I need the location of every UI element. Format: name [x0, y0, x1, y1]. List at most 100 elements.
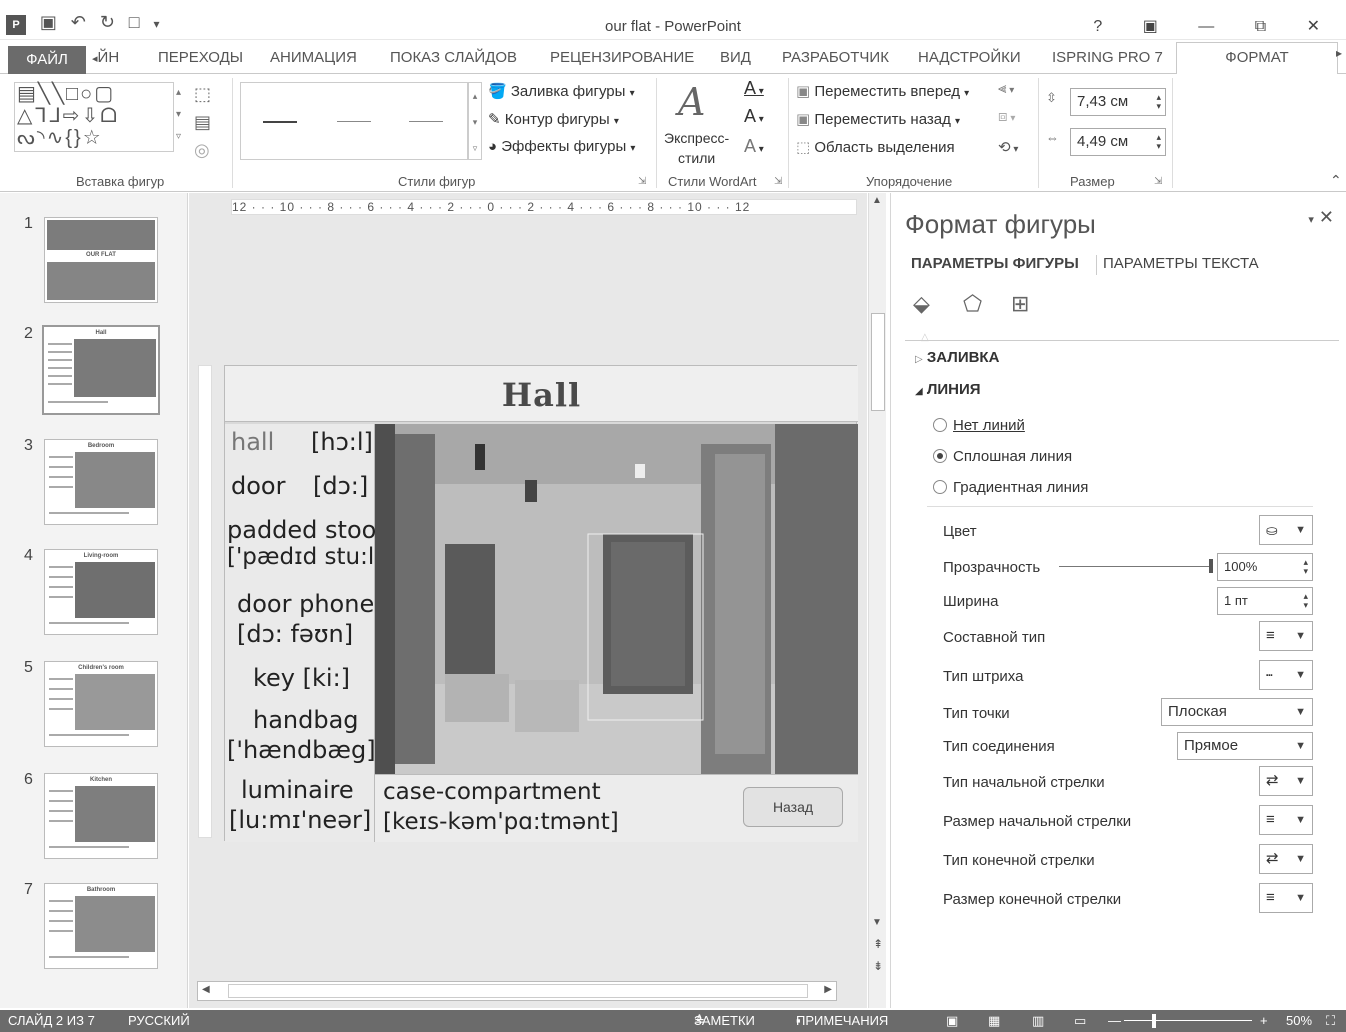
group-icon[interactable]: ⧈ ▾	[998, 108, 1015, 125]
merge-shapes-icon[interactable]: ◎	[194, 140, 210, 160]
selection-pane-button[interactable]: ⬚ Область выделения	[796, 138, 955, 156]
tab-transitions[interactable]: ПЕРЕХОДЫ	[158, 49, 243, 66]
radio-button[interactable]	[933, 480, 947, 494]
style-light-line[interactable]	[409, 121, 443, 122]
scroll-down-icon[interactable]: ▼	[872, 917, 882, 928]
shapes-gallery-scroll[interactable]: ▴ ▾ ▿	[176, 82, 181, 148]
text-fill-icon[interactable]: A ▾	[744, 78, 764, 99]
curve-shape-icon[interactable]: ∿	[47, 127, 66, 149]
scroll-right-icon[interactable]: ▶	[824, 984, 832, 995]
left-brace-icon[interactable]: {	[65, 127, 74, 149]
reading-view-icon[interactable]: ▥	[1032, 1010, 1044, 1032]
zoom-slider-thumb[interactable]	[1152, 1014, 1156, 1028]
styles-gallery-scroll[interactable]: ▴ ▾ ▿	[468, 82, 482, 160]
zoom-out-icon[interactable]: —	[1108, 1010, 1121, 1032]
tab-file[interactable]: ФАЙЛ	[8, 46, 86, 74]
pane-close-icon[interactable]: ▾ ✕	[1308, 207, 1334, 228]
bring-forward-button[interactable]: ▣ Переместить вперед ▾	[796, 82, 969, 100]
dialog-launcher-icon[interactable]: ⇲	[638, 176, 646, 187]
spinner-icon[interactable]: ▴ ▾	[1303, 592, 1308, 610]
dialog-launcher-icon[interactable]: ⇲	[1154, 176, 1162, 187]
radio-gradient-line[interactable]: Градиентная линия	[933, 479, 1088, 496]
text-effects-icon[interactable]: A ▾	[744, 136, 764, 157]
down-arrow-shape-icon[interactable]: ⇩	[82, 105, 101, 127]
tab-format[interactable]: ФОРМАТ	[1176, 42, 1338, 75]
transparency-input[interactable]: 100% ▴ ▾	[1217, 553, 1313, 581]
style-dark-line[interactable]	[263, 121, 297, 123]
slide-thumbnail-7[interactable]: Bathroom	[44, 883, 158, 969]
slide-thumbnail-1[interactable]: OUR FLAT	[44, 217, 158, 303]
fill-section-header[interactable]: ▷ ЗАЛИВКА	[915, 349, 999, 366]
line-section-header[interactable]: ◢ ЛИНИЯ	[915, 381, 981, 398]
fill-line-icon[interactable]: ⬙	[913, 291, 930, 317]
back-button[interactable]: Назад	[743, 787, 843, 827]
scrollbar-thumb[interactable]	[228, 984, 808, 998]
curved-connector-icon[interactable]: ᒧ	[49, 105, 63, 127]
tab-animation[interactable]: АНИМАЦИЯ	[270, 49, 357, 66]
compound-type-button[interactable]: ≡ ▼	[1259, 621, 1313, 651]
end-arrow-size-button[interactable]: ≡ ▼	[1259, 883, 1313, 913]
tab-scroll-left[interactable]: ◂ЙН	[92, 49, 119, 66]
rectangle-shape-icon[interactable]: □	[66, 83, 80, 105]
tab-text-options[interactable]: ПАРАМЕТРЫ ТЕКСТА	[1103, 255, 1259, 272]
begin-arrow-size-button[interactable]: ≡ ▼	[1259, 805, 1313, 835]
express-styles-button[interactable]: Экспресс- стили	[664, 128, 729, 168]
radio-button-selected[interactable]	[933, 449, 947, 463]
callout-shape-icon[interactable]: ᗝ	[100, 105, 119, 127]
slide-title[interactable]: Hall	[225, 376, 858, 414]
shape-width-input[interactable]: 4,49 см ▴ ▾	[1070, 128, 1166, 156]
language-indicator[interactable]: РУССКИЙ	[128, 1010, 190, 1032]
collapse-ribbon-icon[interactable]: ⌃	[1330, 172, 1342, 189]
shape-outline-button[interactable]: ✎ Контур фигуры ▾	[488, 110, 619, 128]
shapes-gallery[interactable]: ▤╲╲□○▢ △ᒣᒧ⇨⇩ᗝ ᔓ◝∿{}☆	[14, 82, 174, 152]
slide-thumbnail-3[interactable]: Bedroom	[44, 439, 158, 525]
arrow-line-shape-icon[interactable]: ╲	[52, 83, 66, 105]
tab-developer[interactable]: РАЗРАБОТЧИК	[782, 49, 889, 66]
star-shape-icon[interactable]: ☆	[83, 127, 103, 149]
window-controls[interactable]: ? ▣ — ⧉ ✕	[1093, 16, 1338, 36]
line-color-button[interactable]: ⛀ ▼	[1259, 515, 1313, 545]
rounded-rect-shape-icon[interactable]: ▢	[94, 83, 115, 105]
cap-type-select[interactable]: Плоская ▼	[1161, 698, 1313, 726]
oval-shape-icon[interactable]: ○	[80, 83, 94, 105]
slide-thumbnail-4[interactable]: Living-room	[44, 549, 158, 635]
tab-slideshow[interactable]: ПОКАЗ СЛАЙДОВ	[390, 49, 517, 66]
right-arrow-shape-icon[interactable]: ⇨	[63, 105, 82, 127]
line-width-input[interactable]: 1 пт ▴ ▾	[1217, 587, 1313, 615]
right-brace-icon[interactable]: }	[74, 127, 83, 149]
transparency-slider-thumb[interactable]	[1209, 559, 1213, 573]
tab-shape-options[interactable]: ПАРАМЕТРЫ ФИГУРЫ	[911, 255, 1079, 272]
tab-view[interactable]: ВИД	[720, 49, 751, 66]
shape-height-input[interactable]: 7,43 см ▴ ▾	[1070, 88, 1166, 116]
textbox-shape-icon[interactable]: ▤	[17, 83, 38, 105]
style-medium-line[interactable]	[337, 121, 371, 122]
vocabulary-textbox[interactable]: hall [hɔ:l] door [dɔ:] padded stool ['pæ…	[225, 424, 383, 842]
next-slide-icon[interactable]: ⇟	[873, 959, 883, 973]
horizontal-scrollbar[interactable]: ◀ ▶	[197, 981, 837, 1001]
shape-styles-gallery[interactable]	[240, 82, 468, 160]
fit-to-window-icon[interactable]: ⛶	[1326, 1010, 1335, 1032]
begin-arrow-type-button[interactable]: ⇄ ▼	[1259, 766, 1313, 796]
scroll-left-icon[interactable]: ◀	[202, 984, 210, 995]
wordart-a-icon[interactable]: A	[678, 80, 705, 124]
scroll-down-icon[interactable]: ▾	[176, 109, 181, 120]
scroll-up-icon[interactable]: ▲	[872, 195, 882, 206]
send-backward-button[interactable]: ▣ Переместить назад ▾	[796, 110, 960, 128]
text-outline-icon[interactable]: A ▾	[744, 106, 764, 127]
transparency-slider-track[interactable]	[1059, 566, 1211, 567]
radio-button[interactable]	[933, 418, 947, 432]
line-shape-icon[interactable]: ╲	[38, 83, 52, 105]
slide-canvas[interactable]: Hall hall [hɔ:l] door [dɔ:] padded stool…	[224, 365, 858, 842]
radio-solid-line[interactable]: Сплошная линия	[933, 448, 1072, 465]
gallery-expand-icon[interactable]: ▿	[176, 131, 181, 142]
elbow-connector-icon[interactable]: ᒣ	[34, 105, 48, 127]
dash-type-button[interactable]: ┅ ▼	[1259, 660, 1313, 690]
normal-view-icon[interactable]: ▣	[946, 1010, 958, 1032]
zoom-in-icon[interactable]: +	[1260, 1010, 1268, 1032]
scrollbar-thumb[interactable]	[871, 313, 885, 411]
tab-scroll-right[interactable]: ▸	[1336, 46, 1342, 60]
dialog-launcher-icon[interactable]: ⇲	[774, 176, 782, 187]
spinner-icon[interactable]: ▴ ▾	[1156, 133, 1161, 151]
slide-thumbnail-5[interactable]: Children's room	[44, 661, 158, 747]
hall-photo[interactable]	[375, 424, 858, 774]
